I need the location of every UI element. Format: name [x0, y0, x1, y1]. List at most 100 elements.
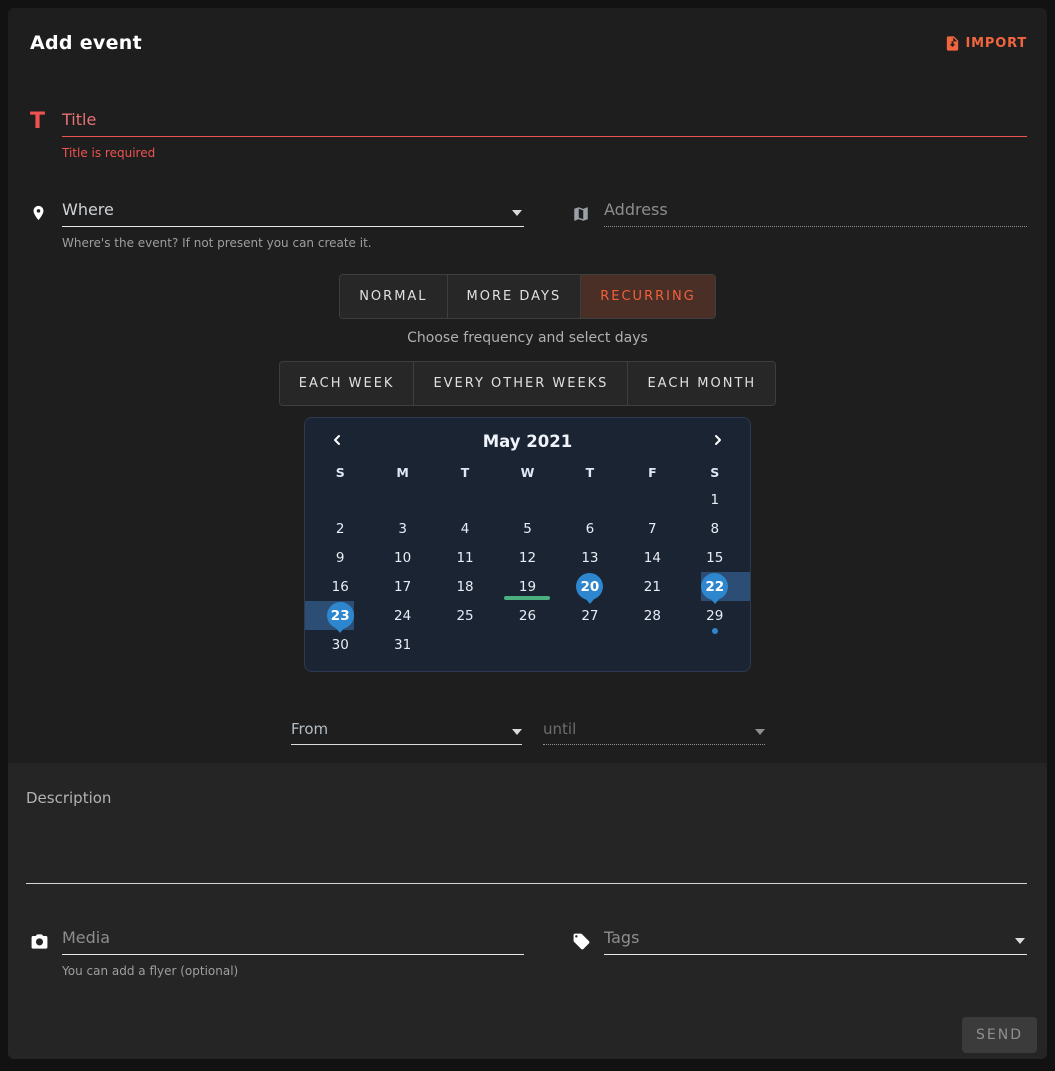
chevron-down-icon	[512, 729, 522, 735]
calendar-day-25[interactable]: 25	[434, 601, 496, 630]
calendar-next-button[interactable]	[708, 430, 728, 453]
calendar-day-23[interactable]: 23	[309, 601, 371, 630]
calendar-day-10[interactable]: 10	[371, 543, 433, 572]
calendar-day-4[interactable]: 4	[434, 514, 496, 543]
title-input[interactable]: Title	[62, 110, 1027, 137]
calendar-day-27[interactable]: 27	[559, 601, 621, 630]
frequency-caption: Choose frequency and select days	[8, 330, 1047, 346]
day-number: 2	[336, 521, 345, 537]
calendar-empty-cell	[434, 630, 496, 659]
day-number: 7	[648, 521, 657, 537]
where-placeholder: Where	[62, 200, 114, 219]
tab-recurring[interactable]: RECURRING	[581, 275, 715, 318]
description-label: Description	[26, 789, 1027, 807]
calendar-day-17[interactable]: 17	[371, 572, 433, 601]
calendar-week-row: 30 31	[309, 630, 746, 659]
calendar-day-30[interactable]: 30	[309, 630, 371, 659]
day-number: 21	[644, 579, 661, 595]
calendar-month-title: May 2021	[347, 432, 708, 451]
calendar-empty-cell	[559, 630, 621, 659]
calendar-day-15[interactable]: 15	[684, 543, 746, 572]
calendar-day-21[interactable]: 21	[621, 572, 683, 601]
calendar-day-2[interactable]: 2	[309, 514, 371, 543]
calendar-day-12[interactable]: 12	[496, 543, 558, 572]
weekday-header: S	[309, 465, 371, 480]
day-number: 26	[519, 608, 536, 624]
from-label: From	[291, 720, 328, 738]
calendar-day-6[interactable]: 6	[559, 514, 621, 543]
calendar-day-8[interactable]: 8	[684, 514, 746, 543]
address-input[interactable]: Address	[604, 200, 1027, 227]
media-input[interactable]: Media	[62, 928, 524, 955]
address-placeholder: Address	[604, 200, 668, 219]
day-number: 25	[456, 608, 473, 624]
day-number: 17	[394, 579, 411, 595]
tags-icon	[572, 932, 596, 955]
tab-more-days[interactable]: MORE DAYS	[448, 275, 582, 318]
calendar-day-20[interactable]: 20	[559, 572, 621, 601]
calendar-empty-cell	[496, 630, 558, 659]
day-number: 3	[398, 521, 407, 537]
add-event-dialog: Add event IMPORT T Title Title is requir…	[8, 8, 1047, 1059]
day-number: 30	[332, 637, 349, 653]
chevron-left-icon	[329, 432, 345, 451]
day-number: 28	[644, 608, 661, 624]
title-error-message: Title is required	[62, 146, 1027, 160]
media-placeholder: Media	[62, 928, 110, 947]
day-number: 6	[586, 521, 595, 537]
calendar-week-row: 9 10 11 12 131415	[309, 543, 746, 572]
calendar-day-31[interactable]: 31	[371, 630, 433, 659]
day-number: 1	[710, 492, 719, 508]
calendar-day-22[interactable]: 22	[684, 572, 746, 601]
day-number: 12	[519, 550, 536, 566]
calendar-day-9[interactable]: 9	[309, 543, 371, 572]
frequency-each-month[interactable]: EACH MONTH	[628, 362, 775, 405]
calendar-day-3[interactable]: 3	[371, 514, 433, 543]
weekday-header: T	[559, 465, 621, 480]
location-row: Where Where's the event? If not present …	[30, 200, 1027, 250]
calendar-day-1[interactable]: 1	[684, 485, 746, 514]
until-time-select[interactable]: until	[543, 720, 765, 745]
day-number: 11	[456, 550, 473, 566]
day-number: 10	[394, 550, 411, 566]
day-number: 16	[332, 579, 349, 595]
import-button[interactable]: IMPORT	[944, 35, 1027, 52]
calendar-day-29[interactable]: 29	[684, 601, 746, 630]
where-select[interactable]: Where	[62, 200, 524, 227]
calendar-day-13[interactable]: 13	[559, 543, 621, 572]
calendar-empty-cell	[434, 485, 496, 514]
until-label: until	[543, 720, 576, 738]
day-number: 31	[394, 637, 411, 653]
calendar-day-26[interactable]: 26	[496, 601, 558, 630]
tab-normal[interactable]: NORMAL	[340, 275, 447, 318]
selected-day-marker: 20	[576, 573, 603, 600]
from-time-select[interactable]: From	[291, 720, 522, 745]
tags-select[interactable]: Tags	[604, 928, 1027, 955]
calendar-empty-cell	[621, 485, 683, 514]
frequency-every-other-weeks[interactable]: EVERY OTHER WEEKS	[414, 362, 628, 405]
frequency-tabs: EACH WEEKEVERY OTHER WEEKSEACH MONTH	[8, 361, 1047, 406]
calendar-day-24[interactable]: 24	[371, 601, 433, 630]
calendar-day-19[interactable]: 19	[496, 572, 558, 601]
calendar-week-row: 16 17 18 19 20 21 22	[309, 572, 746, 601]
calendar-empty-cell	[496, 485, 558, 514]
calendar-day-28[interactable]: 28	[621, 601, 683, 630]
calendar-prev-button[interactable]	[327, 430, 347, 453]
import-label: IMPORT	[966, 36, 1027, 51]
page-title: Add event	[30, 32, 142, 54]
send-button[interactable]: SEND	[962, 1017, 1037, 1053]
calendar-day-16[interactable]: 16	[309, 572, 371, 601]
frequency-each-week[interactable]: EACH WEEK	[280, 362, 415, 405]
calendar-empty-cell	[621, 630, 683, 659]
chevron-down-icon	[755, 729, 765, 735]
description-input[interactable]: Description	[8, 763, 1047, 884]
camera-icon	[30, 932, 54, 955]
time-row: From until	[291, 720, 765, 745]
calendar-day-14[interactable]: 14	[621, 543, 683, 572]
calendar-day-18[interactable]: 18	[434, 572, 496, 601]
title-placeholder: Title	[62, 110, 96, 129]
calendar-day-5[interactable]: 5	[496, 514, 558, 543]
day-number: 18	[456, 579, 473, 595]
calendar-day-7[interactable]: 7	[621, 514, 683, 543]
calendar-day-11[interactable]: 11	[434, 543, 496, 572]
